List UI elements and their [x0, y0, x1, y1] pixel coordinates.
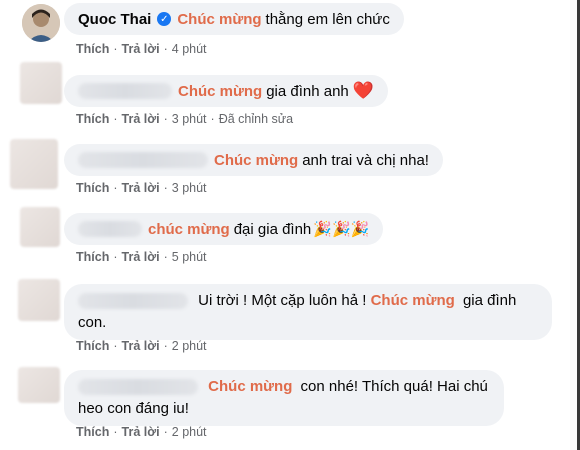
timestamp[interactable]: 3 phút	[172, 181, 207, 195]
comment-text: thằng em lên chức	[265, 10, 390, 28]
like-button[interactable]: Thích	[76, 42, 109, 56]
heart-icon: ❤️	[352, 81, 374, 100]
commenter-name-blurred[interactable]	[78, 83, 172, 99]
reply-button[interactable]: Trả lời	[122, 42, 160, 56]
timestamp[interactable]: 4 phút	[172, 42, 207, 56]
comment-bubble: Chúc mừng anh trai và chị nha!	[64, 144, 443, 176]
timestamp[interactable]: 2 phút	[172, 425, 207, 439]
party-popper-icon: 🎉🎉🎉	[313, 221, 370, 238]
reply-button[interactable]: Trả lời	[122, 181, 160, 195]
comment-actions: Thích · Trả lời · 3 phút · Đã chỉnh sửa	[76, 112, 294, 126]
comment-author[interactable]: Quoc Thai	[78, 11, 151, 28]
comment-6: Chúc mừng con nhé! Thích quá! Hai chú he…	[0, 362, 575, 450]
comment-1: Quoc Thai ✓ Chúc mừng thằng em lên chức …	[0, 0, 575, 60]
comment-4: chúc mừng đại gia đình 🎉🎉🎉 Thích · Trả lời…	[0, 203, 575, 273]
like-button[interactable]: Thích	[76, 250, 109, 264]
comment-text: anh trai và chị nha!	[302, 151, 429, 169]
comment-actions: Thích · Trả lời · 5 phút	[76, 250, 207, 264]
mention-tag[interactable]: Chúc mừng	[371, 292, 455, 309]
mention-tag[interactable]: chúc mừng	[148, 221, 230, 238]
reply-button[interactable]: Trả lời	[122, 339, 160, 353]
profile-photo-icon	[22, 4, 60, 42]
mention-tag[interactable]: Chúc mừng	[177, 11, 261, 28]
like-button[interactable]: Thích	[76, 112, 109, 126]
avatar[interactable]	[20, 207, 60, 247]
edited-label[interactable]: Đã chỉnh sửa	[219, 112, 293, 126]
comment-bubble: Ui trời ! Một cặp luôn hả ! Chúc mừng gi…	[64, 284, 552, 340]
reply-button[interactable]: Trả lời	[122, 112, 160, 126]
timestamp[interactable]: 3 phút	[172, 112, 207, 126]
comment-2: Chúc mừng gia đình anh ❤️ Thích · Trả lời ·…	[0, 62, 575, 132]
comment-actions: Thích · Trả lời · 3 phút	[76, 181, 207, 195]
timestamp[interactable]: 2 phút	[172, 339, 207, 353]
comment-actions: Thích · Trả lời · 2 phút	[76, 425, 207, 439]
reply-button[interactable]: Trả lời	[122, 425, 160, 439]
comment-actions: Thích · Trả lời · 2 phút	[76, 339, 207, 353]
comment-bubble: chúc mừng đại gia đình 🎉🎉🎉	[64, 213, 384, 245]
avatar[interactable]	[20, 62, 62, 104]
comment-text: đại gia đình	[233, 220, 312, 238]
mention-tag[interactable]: Chúc mừng	[208, 378, 292, 395]
mention-tag[interactable]: Chúc mừng	[178, 83, 262, 100]
comment-bubble: Chúc mừng gia đình anh ❤️	[64, 75, 388, 107]
comment-3: Chúc mừng anh trai và chị nha! Thích · Trả…	[0, 134, 575, 200]
like-button[interactable]: Thích	[76, 181, 109, 195]
comment-actions: Thích · Trả lời · 4 phút	[76, 42, 207, 56]
comment-5: Ui trời ! Một cặp luôn hả ! Chúc mừng gi…	[0, 276, 575, 362]
avatar[interactable]	[18, 367, 60, 403]
verified-badge-icon: ✓	[157, 12, 172, 26]
comment-text-intro: Ui trời ! Một cặp luôn hả !	[198, 292, 367, 309]
like-button[interactable]: Thích	[76, 425, 109, 439]
like-button[interactable]: Thích	[76, 339, 109, 353]
mention-tag[interactable]: Chúc mừng	[214, 152, 298, 169]
commenter-name-blurred[interactable]	[78, 152, 208, 168]
avatar[interactable]	[22, 4, 60, 42]
commenter-name-blurred[interactable]	[78, 221, 142, 237]
comment-bubble: Quoc Thai ✓ Chúc mừng thằng em lên chức	[64, 3, 404, 35]
comment-text: gia đình anh	[266, 82, 349, 100]
avatar[interactable]	[10, 139, 58, 189]
comment-bubble: Chúc mừng con nhé! Thích quá! Hai chú he…	[64, 370, 504, 426]
avatar[interactable]	[18, 279, 60, 321]
commenter-name-blurred[interactable]	[78, 293, 188, 310]
timestamp[interactable]: 5 phút	[172, 250, 207, 264]
reply-button[interactable]: Trả lời	[122, 250, 160, 264]
commenter-name-blurred[interactable]	[78, 379, 198, 396]
